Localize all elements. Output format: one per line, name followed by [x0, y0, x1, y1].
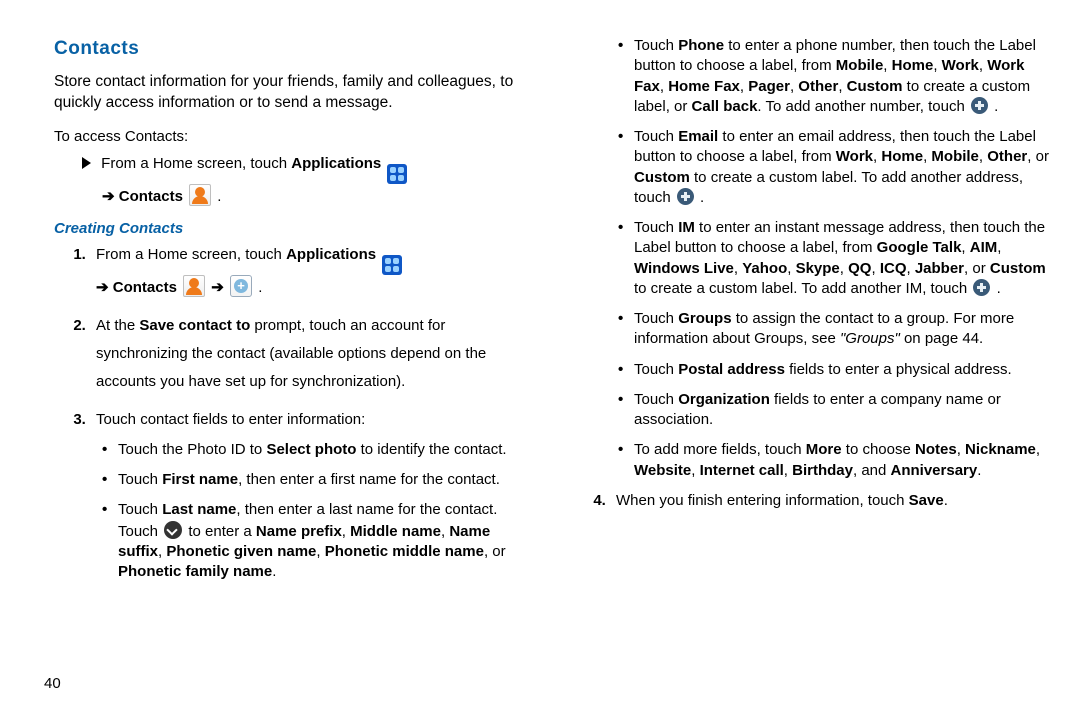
text: At the: [96, 317, 139, 334]
text: .: [217, 188, 221, 205]
page-number: 40: [44, 675, 61, 692]
steps-list: From a Home screen, touch Applications ➔…: [90, 245, 532, 582]
bullet: Touch Groups to assign the contact to a …: [612, 309, 1052, 350]
step-4: When you finish entering information, to…: [610, 491, 1052, 511]
add-icon: [230, 275, 252, 297]
arrow-line: ➔ Contacts .: [102, 188, 221, 205]
bullet: Touch Last name, then enter a last name …: [96, 500, 532, 582]
bold-text: Phonetic family name: [118, 563, 272, 580]
bold-text: Save contact to: [139, 317, 250, 334]
step-2: At the Save contact to prompt, touch an …: [90, 312, 532, 395]
bullet: Touch Organization fields to enter a com…: [612, 390, 1052, 431]
bold-text: Middle name: [350, 523, 441, 540]
bold-text: Save: [909, 492, 944, 509]
text: Touch contact fields to enter informatio…: [96, 411, 365, 428]
text: , or: [484, 543, 506, 560]
intro-text: Store contact information for your frien…: [54, 72, 532, 114]
contacts-label: Contacts: [113, 279, 177, 296]
bullet: Touch First name, then enter a first nam…: [96, 470, 532, 490]
bullet: Touch Postal address fields to enter a p…: [612, 360, 1052, 380]
bold-text: Last name: [162, 501, 236, 518]
plus-icon: [973, 279, 990, 296]
cross-ref: "Groups": [840, 330, 900, 347]
triangle-icon: [82, 157, 91, 169]
right-bullets: Touch Phone to enter a phone number, the…: [612, 36, 1052, 481]
contacts-icon: [189, 184, 211, 206]
step-3: Touch contact fields to enter informatio…: [90, 410, 532, 583]
text: ,: [316, 543, 324, 560]
bullet: Touch Email to enter an email address, t…: [612, 127, 1052, 208]
subsection-heading: Creating Contacts: [54, 219, 532, 239]
inner-bullets: Touch the Photo ID to Select photo to id…: [96, 440, 532, 583]
applications-label: Applications: [291, 155, 381, 172]
text: .: [272, 563, 276, 580]
access-step: From a Home screen, touch Applications ➔…: [54, 154, 532, 207]
text: Touch the Photo ID to: [118, 441, 266, 458]
left-column: Contacts Store contact information for y…: [54, 36, 532, 696]
text: ,: [342, 523, 350, 540]
steps-continued: When you finish entering information, to…: [610, 491, 1052, 511]
bold-text: Select photo: [266, 441, 356, 458]
plus-icon: [677, 188, 694, 205]
section-heading: Contacts: [54, 36, 532, 62]
text: When you finish entering information, to…: [616, 492, 909, 509]
chevron-down-icon: [164, 521, 182, 539]
text: , then enter a first name for the contac…: [238, 471, 500, 488]
text: Touch: [118, 501, 162, 518]
text: From a Home screen, touch: [101, 155, 291, 172]
arrow-icon: ➔: [102, 188, 115, 205]
right-column: Touch Phone to enter a phone number, the…: [574, 36, 1052, 696]
bold-text: Name prefix: [256, 523, 342, 540]
bullet: To add more fields, touch More to choose…: [612, 440, 1052, 481]
applications-label: Applications: [286, 246, 376, 263]
text: .: [258, 279, 262, 296]
manual-page: Contacts Store contact information for y…: [0, 0, 1080, 696]
contacts-label: Contacts: [119, 188, 183, 205]
step-1: From a Home screen, touch Applications ➔…: [90, 245, 532, 298]
bold-text: First name: [162, 471, 238, 488]
access-lead: To access Contacts:: [54, 127, 532, 147]
arrow-icon: ➔: [96, 279, 109, 296]
text: Touch: [118, 471, 162, 488]
bullet: Touch IM to enter an instant message add…: [612, 218, 1052, 299]
text: .: [944, 492, 948, 509]
arrow-icon: ➔: [211, 279, 224, 296]
applications-icon: [382, 255, 402, 275]
applications-icon: [387, 164, 407, 184]
text: to enter a: [188, 523, 256, 540]
contacts-icon: [183, 275, 205, 297]
bold-text: Phonetic given name: [166, 543, 316, 560]
plus-icon: [971, 97, 988, 114]
bullet: Touch the Photo ID to Select photo to id…: [96, 440, 532, 460]
bold-text: Phonetic middle name: [325, 543, 484, 560]
text: From a Home screen, touch: [96, 246, 286, 263]
text: to identify the contact.: [356, 441, 506, 458]
bullet: Touch Phone to enter a phone number, the…: [612, 36, 1052, 117]
